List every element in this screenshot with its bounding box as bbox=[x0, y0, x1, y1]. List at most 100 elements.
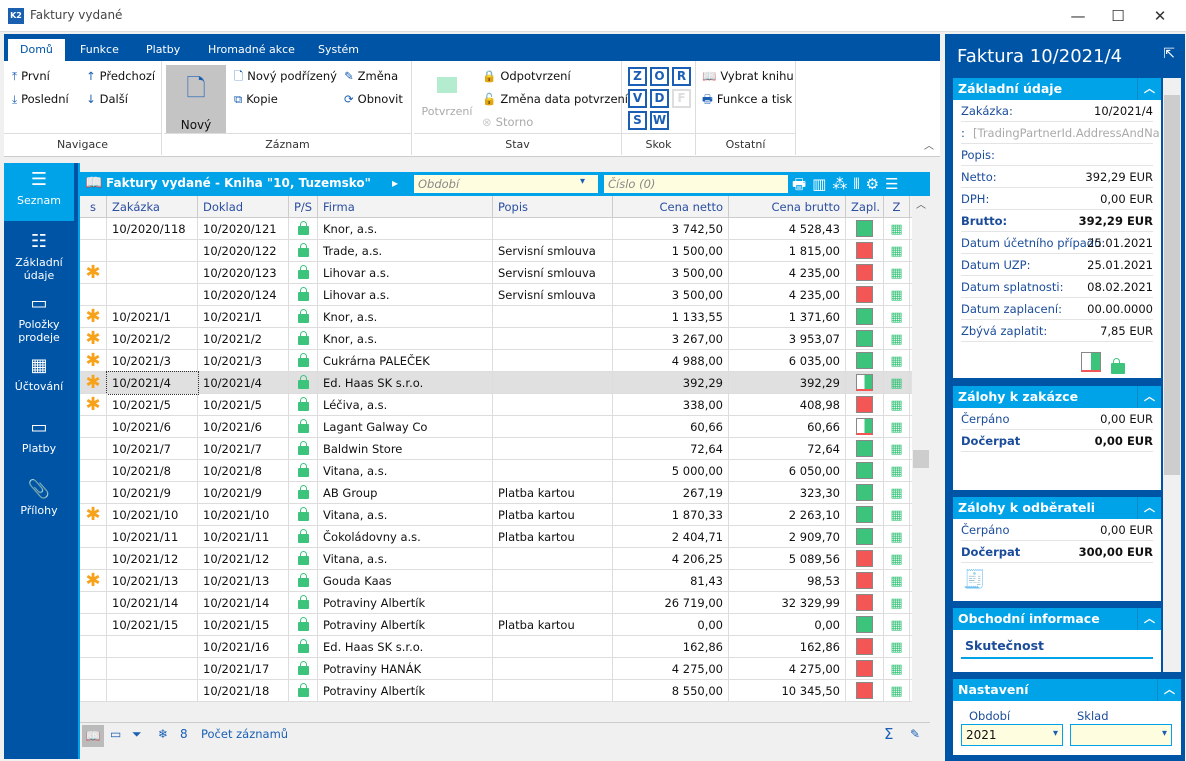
number-input[interactable]: Číslo (0) bbox=[604, 175, 788, 193]
table-row[interactable]: ✱ 10/2021/1 10/2021/1 Knor, a.s. 1 133,55 1 3… bbox=[80, 306, 912, 328]
column-header-6[interactable]: Cena netto bbox=[613, 196, 729, 218]
calculator-icon[interactable]: ▦ bbox=[890, 332, 902, 347]
record-count-button[interactable]: Počet záznamů bbox=[201, 727, 288, 741]
table-row[interactable]: 10/2021/14 10/2021/14 Potraviny Albertík 26… bbox=[80, 592, 912, 614]
box-icon[interactable]: ▭ bbox=[110, 727, 121, 741]
edit-button[interactable]: ✎ Změna bbox=[344, 69, 398, 83]
pencil-icon[interactable]: ✎ bbox=[910, 727, 920, 741]
minimize-button[interactable]: — bbox=[1058, 4, 1098, 28]
sidebar-item-4[interactable]: ▭ Platby bbox=[4, 411, 74, 471]
calculator-icon[interactable]: ▦ bbox=[890, 266, 902, 281]
calculator-icon[interactable]: ▦ bbox=[890, 376, 902, 391]
new-button[interactable]: 🗋 Nový bbox=[166, 65, 226, 133]
sum-button[interactable]: Σ bbox=[884, 725, 893, 743]
snowflake-icon[interactable]: ❄ bbox=[158, 727, 168, 741]
tab-platby[interactable]: Platby bbox=[134, 39, 192, 61]
collapse-icon[interactable]: ︿ bbox=[1137, 78, 1161, 100]
table-row[interactable]: 10/2021/8 10/2021/8 Vitana, a.s. 5 000,00 6 … bbox=[80, 460, 912, 482]
book-view-button[interactable]: 📖 bbox=[82, 725, 104, 747]
column-header-4[interactable]: Firma bbox=[318, 196, 493, 218]
tab-hromadne-akce[interactable]: Hromadné akce bbox=[196, 39, 307, 61]
table-row[interactable]: 10/2021/12 10/2021/12 Vitana, a.s. 4 206,25… bbox=[80, 548, 912, 570]
sidebar-item-0[interactable]: ☰ Seznam bbox=[4, 163, 74, 223]
scroll-thumb[interactable] bbox=[913, 450, 929, 468]
collapse-ribbon-icon[interactable]: ︿ bbox=[924, 137, 934, 152]
jump-key-d[interactable]: D bbox=[650, 89, 669, 108]
jump-key-r[interactable]: R bbox=[672, 67, 691, 86]
chart-icon[interactable]: ▥ bbox=[812, 175, 832, 193]
sidebar-item-5[interactable]: 📎 Přílohy bbox=[4, 473, 74, 533]
invoice-coins-icon[interactable]: 🧾 bbox=[963, 569, 1151, 590]
sidebar-item-2[interactable]: ▭ Položky prodeje bbox=[4, 287, 74, 347]
previous-button[interactable]: ↑ Předchozí bbox=[86, 69, 155, 83]
first-button[interactable]: ⤒ První bbox=[12, 69, 50, 84]
calculator-icon[interactable]: ▦ bbox=[890, 508, 902, 523]
table-row[interactable]: 10/2021/16 Ed. Haas SK s.r.o. 162,86 162,86… bbox=[80, 636, 912, 658]
menu-icon[interactable]: ☰ bbox=[885, 175, 904, 193]
filter-icon[interactable]: ⏷ bbox=[132, 727, 142, 742]
table-row[interactable]: ✱ 10/2021/5 10/2021/5 Léčiva, a.s. 338,00 408… bbox=[80, 394, 912, 416]
column-header-2[interactable]: Doklad bbox=[198, 196, 289, 218]
table-row[interactable]: ✱ 10/2021/4 10/2021/4 Ed. Haas SK s.r.o. 392… bbox=[80, 371, 912, 395]
jump-key-f[interactable]: F bbox=[672, 89, 691, 108]
jump-key-v[interactable]: V bbox=[628, 89, 647, 108]
calculator-icon[interactable]: ▦ bbox=[890, 288, 902, 303]
unconfirm-button[interactable]: 🔒 Odpotvrzení bbox=[482, 69, 571, 83]
calculator-icon[interactable]: ▦ bbox=[890, 640, 902, 655]
sidebar-item-3[interactable]: ▦ Účtování bbox=[4, 349, 74, 409]
tab-funkce[interactable]: Funkce bbox=[68, 39, 131, 61]
period-select[interactable]: 2021 ▾ bbox=[961, 724, 1063, 746]
calculator-icon[interactable]: ▦ bbox=[890, 596, 902, 611]
printer-icon[interactable]: 🖶 bbox=[792, 175, 812, 193]
calculator-icon[interactable]: ▦ bbox=[890, 574, 902, 589]
storno-button[interactable]: ⊗ Storno bbox=[482, 115, 533, 129]
calculator-icon[interactable]: ▦ bbox=[890, 530, 902, 545]
column-header-0[interactable]: s bbox=[80, 196, 107, 218]
column-header-5[interactable]: Popis bbox=[493, 196, 613, 218]
table-row[interactable]: 10/2021/17 Potraviny HANÁK 4 275,00 4 275,0… bbox=[80, 658, 912, 680]
tab-skutecnost[interactable]: Skutečnost bbox=[961, 638, 1153, 659]
table-row[interactable]: 10/2021/9 10/2021/9 AB Group Platba kartou 2… bbox=[80, 482, 912, 504]
table-row[interactable]: 10/2020/124 Lihovar a.s. Servisní smlouva 3… bbox=[80, 284, 912, 306]
sidebar-item-1[interactable]: ☷ Základní údaje bbox=[4, 225, 74, 285]
table-row[interactable]: ✱ 10/2021/3 10/2021/3 Cukrárna PALEČEK 4 988… bbox=[80, 350, 912, 372]
table-row[interactable]: 10/2021/15 10/2021/15 Potraviny Albertík Pl… bbox=[80, 614, 912, 636]
calculator-icon[interactable]: ▦ bbox=[890, 222, 902, 237]
tab-system[interactable]: Systém bbox=[306, 39, 371, 61]
calculator-icon[interactable]: ▦ bbox=[890, 684, 902, 699]
dropdown-icon[interactable]: ▾ bbox=[580, 176, 585, 187]
table-row[interactable]: 10/2020/118 10/2020/121 Knor, a.s. 3 742,50… bbox=[80, 218, 912, 240]
calculator-icon[interactable]: ▦ bbox=[890, 442, 902, 457]
calculator-icon[interactable]: ▦ bbox=[890, 552, 902, 567]
table-row[interactable]: 10/2020/122 Trade, a.s. Servisní smlouva 1 … bbox=[80, 240, 912, 262]
new-child-button[interactable]: 🗋 Nový podřízený bbox=[234, 69, 337, 88]
close-button[interactable]: ✕ bbox=[1140, 4, 1180, 28]
table-row[interactable]: ✱ 10/2021/13 10/2021/13 Gouda Kaas 81,43 98,5… bbox=[80, 570, 912, 592]
period-input[interactable]: Období bbox=[414, 175, 598, 193]
tab-domu[interactable]: Domů bbox=[8, 39, 65, 61]
table-row[interactable]: 10/2021/6 10/2021/6 Lagant Galway Co 60,66 6… bbox=[80, 416, 912, 438]
functions-print-button[interactable]: 🖶 Funkce a tisk bbox=[702, 92, 792, 111]
calculator-icon[interactable]: ▦ bbox=[890, 398, 902, 413]
calculator-icon[interactable]: ▦ bbox=[890, 420, 902, 435]
table-row[interactable]: ✱ 10/2021/10 10/2021/10 Vitana, a.s. Platba … bbox=[80, 504, 912, 526]
copy-button[interactable]: ⧉ Kopie bbox=[234, 92, 278, 107]
column-header-9[interactable]: Z bbox=[884, 196, 910, 218]
last-button[interactable]: ⤓ Poslední bbox=[12, 92, 69, 107]
calculator-icon[interactable]: ▦ bbox=[890, 244, 902, 259]
column-header-3[interactable]: P/S bbox=[289, 196, 318, 218]
collapse-icon[interactable]: ︿ bbox=[1157, 679, 1181, 701]
change-confirm-date-button[interactable]: 🔓 Změna data potvrzení bbox=[482, 92, 628, 106]
calculator-icon[interactable]: ▦ bbox=[890, 464, 902, 479]
table-row[interactable]: ✱ 10/2020/123 Lihovar a.s. Servisní smlouva… bbox=[80, 262, 912, 284]
calculator-icon[interactable]: ▦ bbox=[890, 486, 902, 501]
maximize-button[interactable]: ☐ bbox=[1098, 4, 1138, 28]
cubes-icon[interactable]: ⁂ bbox=[832, 175, 853, 193]
jump-key-z[interactable]: Z bbox=[628, 67, 647, 86]
collapse-icon[interactable]: ︿ bbox=[1137, 497, 1161, 519]
collapse-icon[interactable]: ︿ bbox=[1137, 386, 1161, 408]
jump-key-s[interactable]: S bbox=[628, 111, 647, 130]
next-button[interactable]: ↓ Další bbox=[86, 92, 128, 106]
table-row[interactable]: 10/2021/18 Potraviny Albertík 8 550,00 10 3… bbox=[80, 680, 912, 702]
gear-icon[interactable]: ⚙ bbox=[866, 175, 885, 193]
